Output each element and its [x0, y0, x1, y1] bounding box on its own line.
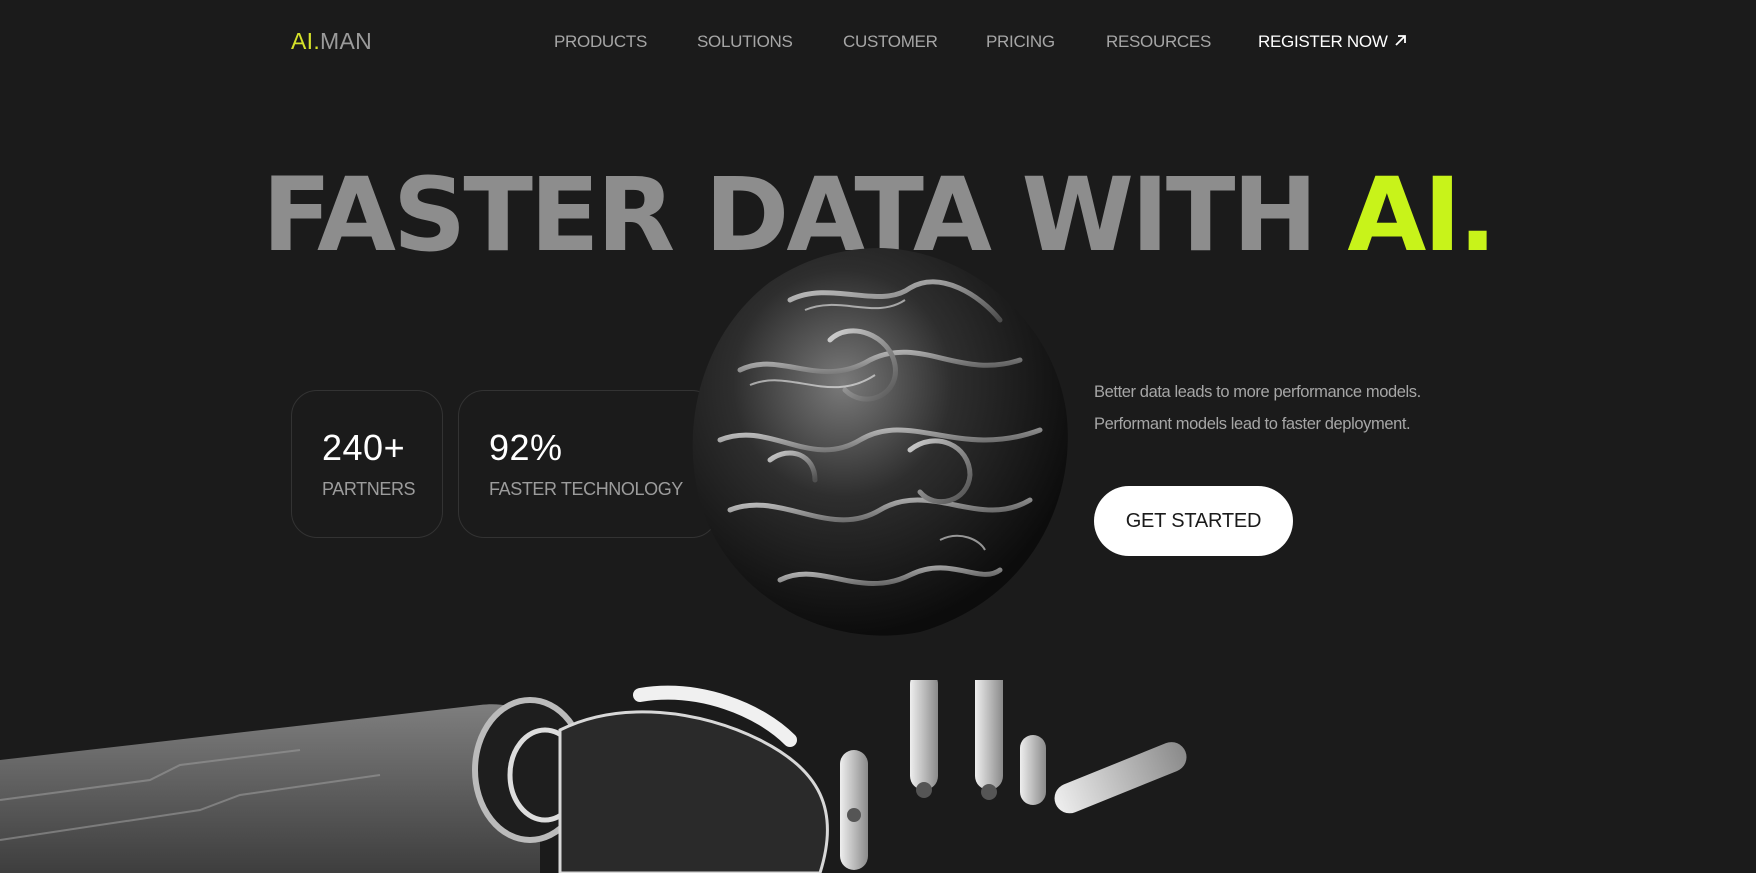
nav-item-pricing[interactable]: PRICING [986, 32, 1055, 52]
nav-item-solutions[interactable]: SOLUTIONS [697, 32, 793, 52]
hero-tagline-line-1: Better data leads to more performance mo… [1094, 383, 1421, 401]
hero-tagline: Better data leads to more performance mo… [1094, 376, 1421, 440]
stat-value: 240+ [322, 427, 406, 468]
stat-card-faster-technology: 92% FASTER TECHNOLOGY [458, 390, 718, 538]
arrow-up-right-icon [1394, 35, 1406, 46]
top-nav: PRODUCTS SOLUTIONS CUSTOMER PRICING RESO… [0, 32, 1756, 56]
hero-headline-accent: AI. [1347, 156, 1497, 275]
chrome-blob-sphere-image [692, 248, 1068, 636]
stat-card-partners: 240+ PARTNERS [291, 390, 443, 538]
nav-item-customer[interactable]: CUSTOMER [843, 32, 938, 52]
register-now-label: REGISTER NOW [1258, 32, 1388, 51]
get-started-button[interactable]: GET STARTED [1094, 486, 1293, 556]
nav-item-products[interactable]: PRODUCTS [554, 32, 647, 52]
nav-item-resources[interactable]: RESOURCES [1106, 32, 1211, 52]
hero-tagline-line-2: Performant models lead to faster deploym… [1094, 415, 1411, 433]
stat-label: FASTER TECHNOLOGY [489, 479, 683, 499]
register-now-link[interactable]: REGISTER NOW [1258, 32, 1407, 52]
stat-label: PARTNERS [322, 479, 416, 499]
robotic-hand-image [0, 680, 1187, 873]
stat-value: 92% [489, 427, 563, 468]
